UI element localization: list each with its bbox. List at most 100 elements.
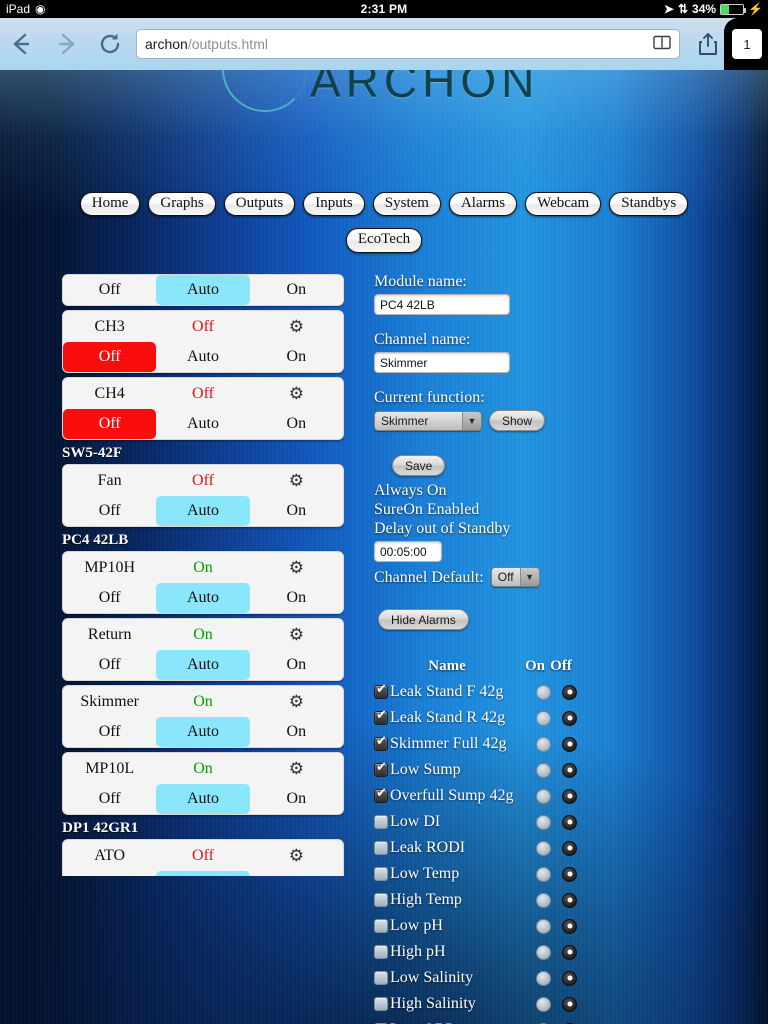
channel-mode-auto-button[interactable]: Auto — [156, 275, 250, 305]
gear-icon[interactable]: ⚙ — [250, 318, 343, 335]
channel-mode-off-button[interactable]: Off — [63, 784, 156, 814]
channel-mode-off-button[interactable]: Off — [63, 650, 156, 680]
current-function-select[interactable]: Skimmer ▼ — [374, 410, 482, 431]
alarm-enable-checkbox[interactable] — [374, 841, 388, 855]
alarm-enable-checkbox[interactable] — [374, 787, 388, 803]
alarm-on-radio[interactable] — [536, 944, 551, 960]
alarm-enable-checkbox[interactable] — [374, 997, 388, 1011]
channel-mode-auto-button[interactable]: Auto — [156, 583, 250, 613]
alarm-enable-checkbox[interactable] — [374, 919, 388, 933]
alarm-on-radio[interactable] — [536, 892, 551, 908]
channel-mode-off-button[interactable]: Off — [63, 275, 156, 305]
alarm-off-radio[interactable] — [562, 996, 577, 1012]
alarm-on-radio[interactable] — [536, 788, 551, 804]
nav-pill-alarms[interactable]: Alarms — [448, 192, 518, 217]
alarm-enable-checkbox[interactable] — [374, 893, 388, 907]
alarm-on-radio[interactable] — [536, 840, 551, 856]
channel-mode-off-button[interactable]: Off — [63, 342, 157, 372]
alarm-on-radio[interactable] — [536, 736, 551, 752]
channel-mode-on-button[interactable]: On — [250, 342, 343, 372]
alarm-on-radio[interactable] — [536, 866, 551, 882]
channel-mode-off-button[interactable]: Off — [63, 871, 156, 876]
nav-pill-standbys[interactable]: Standbys — [609, 192, 689, 217]
alarm-on-radio[interactable] — [536, 762, 551, 778]
nav-pill-ecotech[interactable]: EcoTech — [345, 228, 423, 253]
alarm-enable-checkbox[interactable] — [374, 761, 388, 777]
gear-icon[interactable]: ⚙ — [250, 760, 343, 777]
channel-mode-on-button[interactable]: On — [250, 871, 343, 876]
alarm-off-radio[interactable] — [562, 840, 577, 856]
forward-arrow-icon[interactable] — [44, 22, 88, 66]
share-icon[interactable] — [688, 32, 728, 56]
channel-mode-auto-button[interactable]: Auto — [156, 871, 250, 876]
channel-mode-off-button[interactable]: Off — [63, 583, 156, 613]
alarm-on-radio[interactable] — [536, 684, 551, 700]
channel-mode-on-button[interactable]: On — [250, 650, 343, 680]
alarm-on-radio[interactable] — [536, 918, 551, 934]
alarm-off-radio[interactable] — [562, 892, 577, 908]
gear-icon[interactable]: ⚙ — [250, 847, 343, 864]
reader-view-icon[interactable] — [653, 35, 671, 53]
channel-mode-auto-button[interactable]: Auto — [156, 409, 249, 439]
alarm-off-radio[interactable] — [562, 866, 577, 882]
channel-mode-on-button[interactable]: On — [250, 496, 343, 526]
channel-list-panel[interactable]: Off Auto On CH3 Off ⚙ Off Auto On CH4 Off ⚙ Off Auto O… — [62, 274, 344, 876]
nav-pill-webcam[interactable]: Webcam — [525, 192, 602, 217]
alarm-off-radio[interactable] — [562, 684, 577, 700]
gear-icon[interactable]: ⚙ — [250, 626, 343, 643]
channel-mode-auto-button[interactable]: Auto — [156, 784, 250, 814]
module-name-field[interactable]: PC4 42LB — [374, 294, 510, 315]
alarm-enable-checkbox[interactable] — [374, 735, 388, 751]
alarm-enable-checkbox[interactable] — [374, 683, 388, 699]
gear-icon[interactable]: ⚙ — [250, 385, 343, 402]
show-button[interactable]: Show — [489, 410, 546, 431]
channel-mode-on-button[interactable]: On — [250, 275, 343, 305]
channel-mode-auto-button[interactable]: Auto — [156, 342, 249, 372]
alarm-enable-checkbox[interactable] — [374, 709, 388, 725]
nav-pill-graphs[interactable]: Graphs — [148, 192, 216, 217]
channel-mode-auto-button[interactable]: Auto — [156, 496, 250, 526]
alarm-off-radio[interactable] — [562, 762, 577, 778]
channel-mode-on-button[interactable]: On — [250, 717, 343, 747]
tab-count-badge[interactable]: 1 — [732, 29, 762, 59]
alarm-on-radio[interactable] — [536, 996, 551, 1012]
alarm-enable-checkbox[interactable] — [374, 867, 388, 881]
nav-pill-system[interactable]: System — [372, 192, 441, 217]
gear-icon[interactable]: ⚙ — [250, 472, 343, 489]
alarm-off-radio[interactable] — [562, 944, 577, 960]
alarm-off-radio[interactable] — [562, 710, 577, 726]
gear-icon[interactable]: ⚙ — [250, 693, 343, 710]
channel-mode-on-button[interactable]: On — [250, 409, 343, 439]
alarm-enable-checkbox[interactable] — [374, 945, 388, 959]
channel-default-select[interactable]: Off ▼ — [490, 567, 540, 587]
save-button[interactable]: Save — [392, 455, 446, 476]
address-bar[interactable]: archon/outputs.html — [136, 29, 680, 59]
channel-mode-auto-button[interactable]: Auto — [156, 717, 250, 747]
channel-mode-off-button[interactable]: Off — [63, 496, 156, 526]
alarm-off-radio[interactable] — [562, 918, 577, 934]
alarm-on-radio[interactable] — [536, 814, 551, 830]
alarm-on-radio[interactable] — [536, 970, 551, 986]
delay-field[interactable]: 00:05:00 — [374, 541, 442, 562]
channel-name-field[interactable]: Skimmer — [374, 352, 510, 373]
alarm-off-radio[interactable] — [562, 970, 577, 986]
nav-pill-outputs[interactable]: Outputs — [223, 192, 296, 217]
channel-mode-off-button[interactable]: Off — [63, 717, 156, 747]
channel-mode-off-button[interactable]: Off — [63, 409, 157, 439]
gear-icon[interactable]: ⚙ — [250, 559, 343, 576]
alarm-off-radio[interactable] — [562, 788, 577, 804]
channel-mode-on-button[interactable]: On — [250, 784, 343, 814]
hide-alarms-button[interactable]: Hide Alarms — [378, 609, 469, 630]
channel-mode-auto-button[interactable]: Auto — [156, 650, 250, 680]
nav-pill-home[interactable]: Home — [79, 192, 141, 217]
alarm-off-radio[interactable] — [562, 814, 577, 830]
reload-icon[interactable] — [88, 22, 132, 66]
back-arrow-icon[interactable] — [0, 22, 44, 66]
alarm-enable-checkbox[interactable] — [374, 815, 388, 829]
alarm-off-radio[interactable] — [562, 736, 577, 752]
alarm-enable-checkbox[interactable] — [374, 971, 388, 985]
alarm-on-radio[interactable] — [536, 710, 551, 726]
nav-pill-inputs[interactable]: Inputs — [303, 192, 365, 217]
url-path: /outputs.html — [187, 36, 268, 52]
channel-mode-on-button[interactable]: On — [250, 583, 343, 613]
